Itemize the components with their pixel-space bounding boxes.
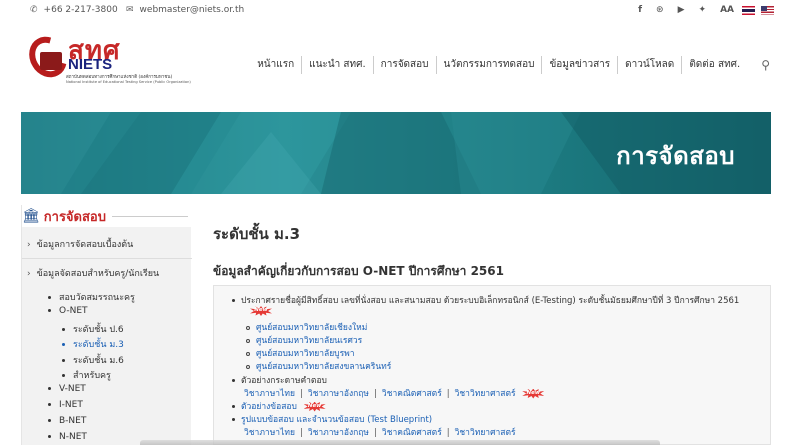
- chevron-right-icon: ›: [27, 269, 31, 279]
- answer-sheet-math-link[interactable]: วิชาคณิตศาสตร์: [382, 389, 442, 399]
- email-address: webmaster@niets.or.th: [139, 5, 245, 15]
- sidebar-item-teacher-competency[interactable]: สอบวัดสมรรถนะครู: [48, 290, 135, 304]
- answer-sheet-thai-link[interactable]: วิชาภาษาไทย: [244, 389, 295, 399]
- center-link-songkla[interactable]: ศูนย์สอบมหาวิทยาลัยสงขลานครินทร์: [256, 362, 391, 372]
- sidebar-divider: [22, 258, 192, 259]
- youtube-icon[interactable]: ▶: [678, 5, 685, 15]
- nav-contact[interactable]: ติดต่อ สทศ.: [681, 56, 747, 74]
- answer-sheet-links: วิชาภาษาไทย | วิชาภาษาอังกฤษ | วิชาคณิตศาสตร…: [244, 386, 544, 400]
- center-link-burapha[interactable]: ศูนย์สอบมหาวิทยาลัยบูรพา: [256, 349, 355, 359]
- sidebar-item-nnet[interactable]: N-NET: [48, 432, 87, 442]
- announcement-text: ประกาศรายชื่อผู้มีสิทธิ์สอบ เลขที่นั่งสอ…: [241, 296, 740, 306]
- sidebar-header: 🏛 การจัดสอบ: [22, 205, 192, 227]
- sidebar-item-bnet[interactable]: B-NET: [48, 416, 86, 426]
- sidebar-section-basic-info[interactable]: › ข้อมูลการจัดสอบเบื้องต้น: [22, 237, 133, 251]
- banner-title: การจัดสอบ: [616, 142, 735, 170]
- examples-label: ตัวอย่างกระดาษคำตอบ: [241, 376, 327, 386]
- logo-book-icon: [40, 52, 62, 70]
- twitter-icon[interactable]: ✦: [699, 5, 707, 15]
- search-icon[interactable]: ⚲: [761, 58, 770, 72]
- nav-innovation[interactable]: นวัตกรรมการทดสอบ: [435, 56, 542, 74]
- center-link-chiangmai[interactable]: ศูนย์สอบมหาวิทยาลัยเชียงใหม่: [256, 323, 367, 333]
- list-item: ศูนย์สอบมหาวิทยาลัยเชียงใหม่: [246, 320, 367, 334]
- nav-home[interactable]: หน้าแรก: [250, 56, 301, 74]
- font-size-toggle[interactable]: AA: [720, 5, 734, 15]
- page-banner: การจัดสอบ: [21, 112, 771, 194]
- institution-icon: 🏛: [22, 208, 40, 224]
- top-bar: ✆ +66 2-217-3800 ✉ webmaster@niets.or.th…: [0, 0, 800, 24]
- facebook-icon[interactable]: f: [638, 5, 642, 15]
- envelope-icon: ✉: [126, 5, 134, 15]
- blueprint-item: รูปแบบข้อสอบ และจำนวนข้อสอบ (Test Bluepr…: [232, 412, 432, 426]
- nav-exams[interactable]: การจัดสอบ: [372, 56, 436, 74]
- center-link-naresuan[interactable]: ศูนย์สอบมหาวิทยาลัยนเรศวร: [256, 336, 362, 346]
- blueprint-science-link[interactable]: วิชาวิทยาศาสตร์: [455, 428, 516, 438]
- sidebar-item-inet[interactable]: I-NET: [48, 400, 83, 410]
- email-contact[interactable]: ✉ webmaster@niets.or.th: [126, 5, 244, 15]
- chevron-right-icon: ›: [27, 240, 31, 250]
- main-nav: หน้าแรก แนะนำ สทศ. การจัดสอบ นวัตกรรมการ…: [250, 56, 770, 74]
- sidebar-header-rule: [112, 215, 188, 217]
- phone-contact[interactable]: ✆ +66 2-217-3800: [30, 5, 118, 15]
- page-title: ระดับชั้น ม.3: [213, 225, 301, 243]
- sidebar: 🏛 การจัดสอบ › ข้อมูลการจัดสอบเบื้องต้น › ข…: [21, 205, 192, 445]
- blueprint-thai-link[interactable]: วิชาภาษาไทย: [244, 428, 295, 438]
- list-item: ศูนย์สอบมหาวิทยาลัยสงขลานครินทร์: [246, 359, 391, 373]
- blueprint-english-link[interactable]: วิชาภาษาอังกฤษ: [308, 428, 369, 438]
- sidebar-item-onet[interactable]: O-NET: [48, 306, 88, 316]
- sample-tests-link[interactable]: ตัวอย่างข้อสอบ: [241, 402, 297, 412]
- sidebar-item-for-teachers[interactable]: สำหรับครู: [62, 368, 111, 382]
- sidebar-section-label: ข้อมูลจัดสอบสำหรับครู/นักเรียน: [36, 269, 160, 279]
- english-flag-icon[interactable]: [761, 5, 774, 15]
- sidebar-section-teacher-student[interactable]: › ข้อมูลจัดสอบสำหรับครู/นักเรียน: [22, 266, 159, 280]
- social-icons: f ⊛ ▶ ✦ AA: [624, 5, 774, 15]
- new-badge-icon: New: [522, 389, 544, 399]
- phone-number: +66 2-217-3800: [43, 5, 118, 15]
- logo-english-text: NIETS: [68, 56, 113, 73]
- sidebar-item-vnet[interactable]: V-NET: [48, 384, 86, 394]
- blueprint-links: วิชาภาษาไทย | วิชาภาษาอังกฤษ | วิชาคณิตศาสตร…: [244, 428, 516, 438]
- rss-icon[interactable]: ⊛: [656, 5, 664, 15]
- new-badge-icon: New: [304, 402, 326, 412]
- list-item: ศูนย์สอบมหาวิทยาลัยนเรศวร: [246, 333, 362, 347]
- logo-org-name-thai: สถาบันทดสอบทางการศึกษาแห่งชาติ (องค์การม…: [66, 75, 173, 80]
- info-box: ประกาศรายชื่อผู้มีสิทธิ์สอบ เลขที่นั่งสอ…: [213, 285, 771, 445]
- nav-download[interactable]: ดาวน์โหลด: [617, 56, 681, 74]
- bottom-overlay-edge: [140, 440, 660, 445]
- examples-item: ตัวอย่างกระดาษคำตอบ: [232, 373, 327, 387]
- blueprint-link[interactable]: รูปแบบข้อสอบ และจำนวนข้อสอบ (Test Bluepr…: [241, 415, 432, 425]
- announcement-item: ประกาศรายชื่อผู้มีสิทธิ์สอบ เลขที่นั่งสอ…: [232, 293, 739, 307]
- logo-org-name-english: National Institute of Educational Testin…: [66, 80, 191, 84]
- sidebar-item-grade-m6[interactable]: ระดับชั้น ม.6: [62, 353, 124, 367]
- niets-logo[interactable]: สทศ NIETS สถาบันทดสอบทางการศึกษาแห่งชาติ…: [21, 29, 200, 92]
- answer-sheet-english-link[interactable]: วิชาภาษาอังกฤษ: [308, 389, 369, 399]
- sample-tests-item: ตัวอย่างข้อสอบ New: [232, 399, 326, 413]
- blueprint-math-link[interactable]: วิชาคณิตศาสตร์: [382, 428, 442, 438]
- new-badge: New: [246, 306, 272, 317]
- phone-icon: ✆: [30, 5, 38, 15]
- sidebar-section-label: ข้อมูลการจัดสอบเบื้องต้น: [36, 240, 134, 250]
- sidebar-item-grade-m3[interactable]: ระดับชั้น ม.3: [62, 337, 124, 351]
- thai-flag-icon[interactable]: [742, 5, 755, 15]
- sidebar-item-grade-p6[interactable]: ระดับชั้น ป.6: [62, 322, 124, 336]
- sidebar-title: การจัดสอบ: [43, 209, 106, 225]
- nav-about[interactable]: แนะนำ สทศ.: [301, 56, 373, 74]
- section-subtitle: ข้อมูลสำคัญเกี่ยวกับการสอบ O-NET ปีการศึ…: [213, 264, 504, 278]
- new-badge-icon: New: [250, 306, 272, 316]
- answer-sheet-science-link[interactable]: วิชาวิทยาศาสตร์: [455, 389, 516, 399]
- list-item: ศูนย์สอบมหาวิทยาลัยบูรพา: [246, 346, 355, 360]
- nav-news[interactable]: ข้อมูลข่าวสาร: [541, 56, 617, 74]
